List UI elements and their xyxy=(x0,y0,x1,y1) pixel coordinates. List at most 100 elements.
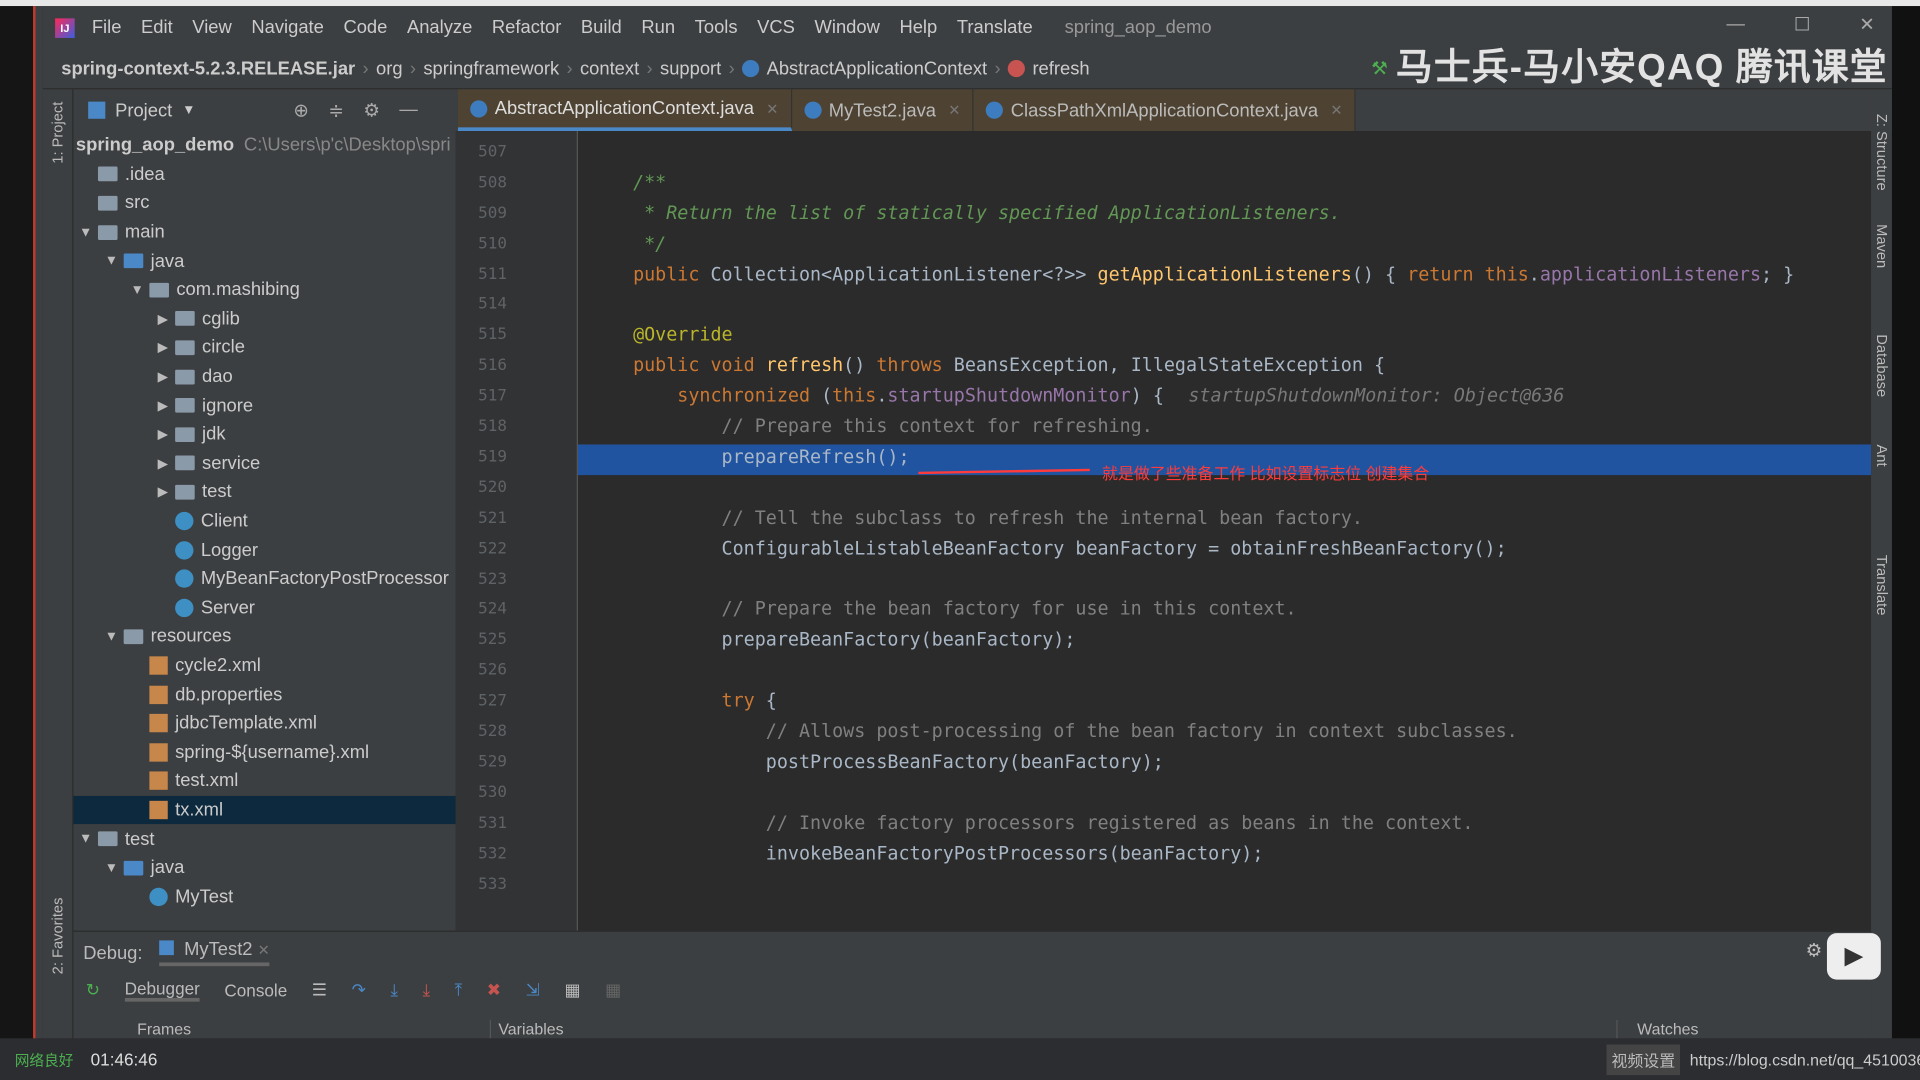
tab-debugger[interactable]: Debugger xyxy=(124,978,200,1002)
right-tool-tab[interactable]: Z: Structure xyxy=(1873,114,1890,191)
tab-classpathxmlapplicationcontext[interactable]: ClassPathXmlApplicationContext.java ✕ xyxy=(974,89,1357,132)
code-line[interactable]: prepareRefresh(); xyxy=(633,446,910,468)
menu-code[interactable]: Code xyxy=(343,17,387,38)
tree-item[interactable]: Logger xyxy=(73,536,455,565)
favorites-tool-tab[interactable]: 2: Favorites xyxy=(49,898,66,975)
menu-navigate[interactable]: Navigate xyxy=(251,17,323,38)
right-tool-tab[interactable]: Ant xyxy=(1873,444,1890,466)
step-over-icon[interactable]: ↷ xyxy=(352,980,366,1001)
close-icon[interactable]: ✕ xyxy=(1859,13,1874,36)
right-tool-tab[interactable]: Maven xyxy=(1873,224,1890,268)
expand-arrow-icon[interactable]: ▶ xyxy=(151,340,175,356)
breadcrumb-item[interactable]: AbstractApplicationContext xyxy=(767,58,988,79)
code-line[interactable]: @Override xyxy=(633,324,733,346)
tree-item[interactable]: ▼ com.mashibing xyxy=(73,276,455,305)
tree-item[interactable]: ▶ dao xyxy=(73,362,455,391)
step-out-icon[interactable]: ⤒ xyxy=(455,980,463,1001)
tree-item[interactable]: src xyxy=(73,189,455,218)
close-tab-icon[interactable]: ✕ xyxy=(1330,102,1342,119)
menu-file[interactable]: File xyxy=(92,17,122,38)
trace-icon[interactable]: ▦ xyxy=(605,980,621,1001)
code-line[interactable]: // Allows post-processing of the bean fa… xyxy=(633,720,1518,742)
menu-view[interactable]: View xyxy=(192,17,231,38)
expand-arrow-icon[interactable]: ▼ xyxy=(99,629,123,644)
gear-icon[interactable]: ⚙ xyxy=(363,99,379,121)
close-tab-icon[interactable]: ✕ xyxy=(766,100,778,117)
tree-item[interactable]: ▶ cglib xyxy=(73,304,455,333)
tree-item[interactable]: ▼ java xyxy=(73,853,455,882)
expand-arrow-icon[interactable]: ▶ xyxy=(151,369,175,385)
tree-item[interactable]: test.xml xyxy=(73,767,455,796)
project-tool-tab[interactable]: 1: Project xyxy=(49,102,66,164)
menu-tools[interactable]: Tools xyxy=(695,17,738,38)
breadcrumb-item[interactable]: refresh xyxy=(1032,58,1089,79)
menu-translate[interactable]: Translate xyxy=(957,17,1033,38)
expand-arrow-icon[interactable]: ▼ xyxy=(99,254,123,269)
evaluate-icon[interactable]: ▦ xyxy=(564,980,580,1001)
menu-build[interactable]: Build xyxy=(581,17,622,38)
breadcrumb-item[interactable]: spring-context-5.2.3.RELEASE.jar xyxy=(61,58,355,79)
expand-arrow-icon[interactable]: ▶ xyxy=(151,311,175,327)
menu-vcs[interactable]: VCS xyxy=(757,17,795,38)
maximize-icon[interactable]: ☐ xyxy=(1794,13,1810,36)
tree-item[interactable]: ▼ resources xyxy=(73,622,455,651)
code-line[interactable]: public Collection<ApplicationListener<?>… xyxy=(633,263,1794,285)
tab-mytest2[interactable]: MyTest2.java ✕ xyxy=(792,89,975,132)
tree-item[interactable]: .idea xyxy=(73,160,455,189)
tree-item[interactable]: Client xyxy=(73,507,455,536)
expand-arrow-icon[interactable]: ▶ xyxy=(151,426,175,443)
tree-item[interactable]: ▶ service xyxy=(73,449,455,478)
tree-item[interactable]: Server xyxy=(73,593,455,622)
locate-icon[interactable]: ⊕ xyxy=(293,99,308,121)
breadcrumb-item[interactable]: springframework xyxy=(423,58,559,79)
code-line[interactable]: } xyxy=(633,131,644,132)
tab-console[interactable]: Console xyxy=(224,980,287,1000)
expand-arrow-icon[interactable]: ▶ xyxy=(151,455,175,472)
tree-item[interactable]: tx.xml xyxy=(73,795,456,825)
breadcrumb-item[interactable]: context xyxy=(580,58,639,79)
expand-arrow-icon[interactable]: ▼ xyxy=(73,225,97,240)
code-line[interactable]: postProcessBeanFactory(beanFactory); xyxy=(633,750,1164,772)
gear-icon[interactable]: ⚙ xyxy=(1806,939,1822,961)
tree-item[interactable]: ▶ circle xyxy=(73,333,455,362)
menu-help[interactable]: Help xyxy=(899,17,937,38)
menu-edit[interactable]: Edit xyxy=(141,17,173,38)
tree-item[interactable]: ▼ java xyxy=(73,247,455,276)
expand-arrow-icon[interactable]: ▼ xyxy=(125,283,149,298)
code-line[interactable]: ConfigurableListableBeanFactory beanFact… xyxy=(633,537,1507,559)
code-line[interactable]: prepareBeanFactory(beanFactory); xyxy=(633,629,1076,651)
build-icon[interactable]: ⚒ xyxy=(1371,58,1387,80)
tree-item[interactable]: spring-${username}.xml xyxy=(73,738,455,767)
expand-arrow-icon[interactable]: ▶ xyxy=(151,484,175,500)
code-line[interactable]: synchronized (this.startupShutdownMonito… xyxy=(633,385,1564,407)
run-to-cursor-icon[interactable]: ⇲ xyxy=(526,980,540,1001)
video-settings-button[interactable]: 视频设置 xyxy=(1606,1043,1681,1075)
code-line[interactable]: // Tell the subclass to refresh the inte… xyxy=(633,507,1363,529)
breadcrumb-item[interactable]: org xyxy=(376,58,403,79)
tree-item[interactable]: ▶ ignore xyxy=(73,391,455,420)
layout-icon[interactable]: ☰ xyxy=(312,980,327,1001)
code-line[interactable]: try { xyxy=(633,690,777,712)
code-line[interactable]: public void refresh() throws BeansExcept… xyxy=(633,354,1385,376)
right-tool-tab[interactable]: Database xyxy=(1873,334,1890,397)
rerun-icon[interactable]: ↻ xyxy=(86,980,100,1001)
tree-item[interactable]: jdbcTemplate.xml xyxy=(73,709,455,738)
tree-item[interactable]: cycle2.xml xyxy=(73,651,455,680)
collapse-icon[interactable]: ≑ xyxy=(328,99,343,121)
step-into-icon[interactable]: ⤓ xyxy=(391,980,399,1001)
minimize-icon[interactable]: — xyxy=(1727,13,1745,35)
code-editor[interactable]: 506}507508/**509 * Return the list of st… xyxy=(455,131,1872,931)
debug-session-tab[interactable]: MyTest2 ✕ xyxy=(159,939,270,967)
tree-item[interactable]: ▶ jdk xyxy=(73,420,455,449)
breadcrumb-item[interactable]: support xyxy=(660,58,721,79)
dropdown-icon[interactable]: ▼ xyxy=(182,103,195,118)
menu-run[interactable]: Run xyxy=(641,17,675,38)
drop-frame-icon[interactable]: ✖ xyxy=(487,980,501,1001)
right-tool-tab[interactable]: Translate xyxy=(1873,555,1890,616)
project-panel-header[interactable]: Project ▼ ⊕ ≑ ⚙ — xyxy=(73,89,455,131)
tree-item[interactable]: MyTest xyxy=(73,882,455,911)
tree-item[interactable]: db.properties xyxy=(73,680,455,709)
tree-item[interactable]: ▼ test xyxy=(73,825,455,854)
code-line[interactable]: // Invoke factory processors registered … xyxy=(633,811,1474,833)
tree-item[interactable]: ▶ test xyxy=(73,478,455,507)
